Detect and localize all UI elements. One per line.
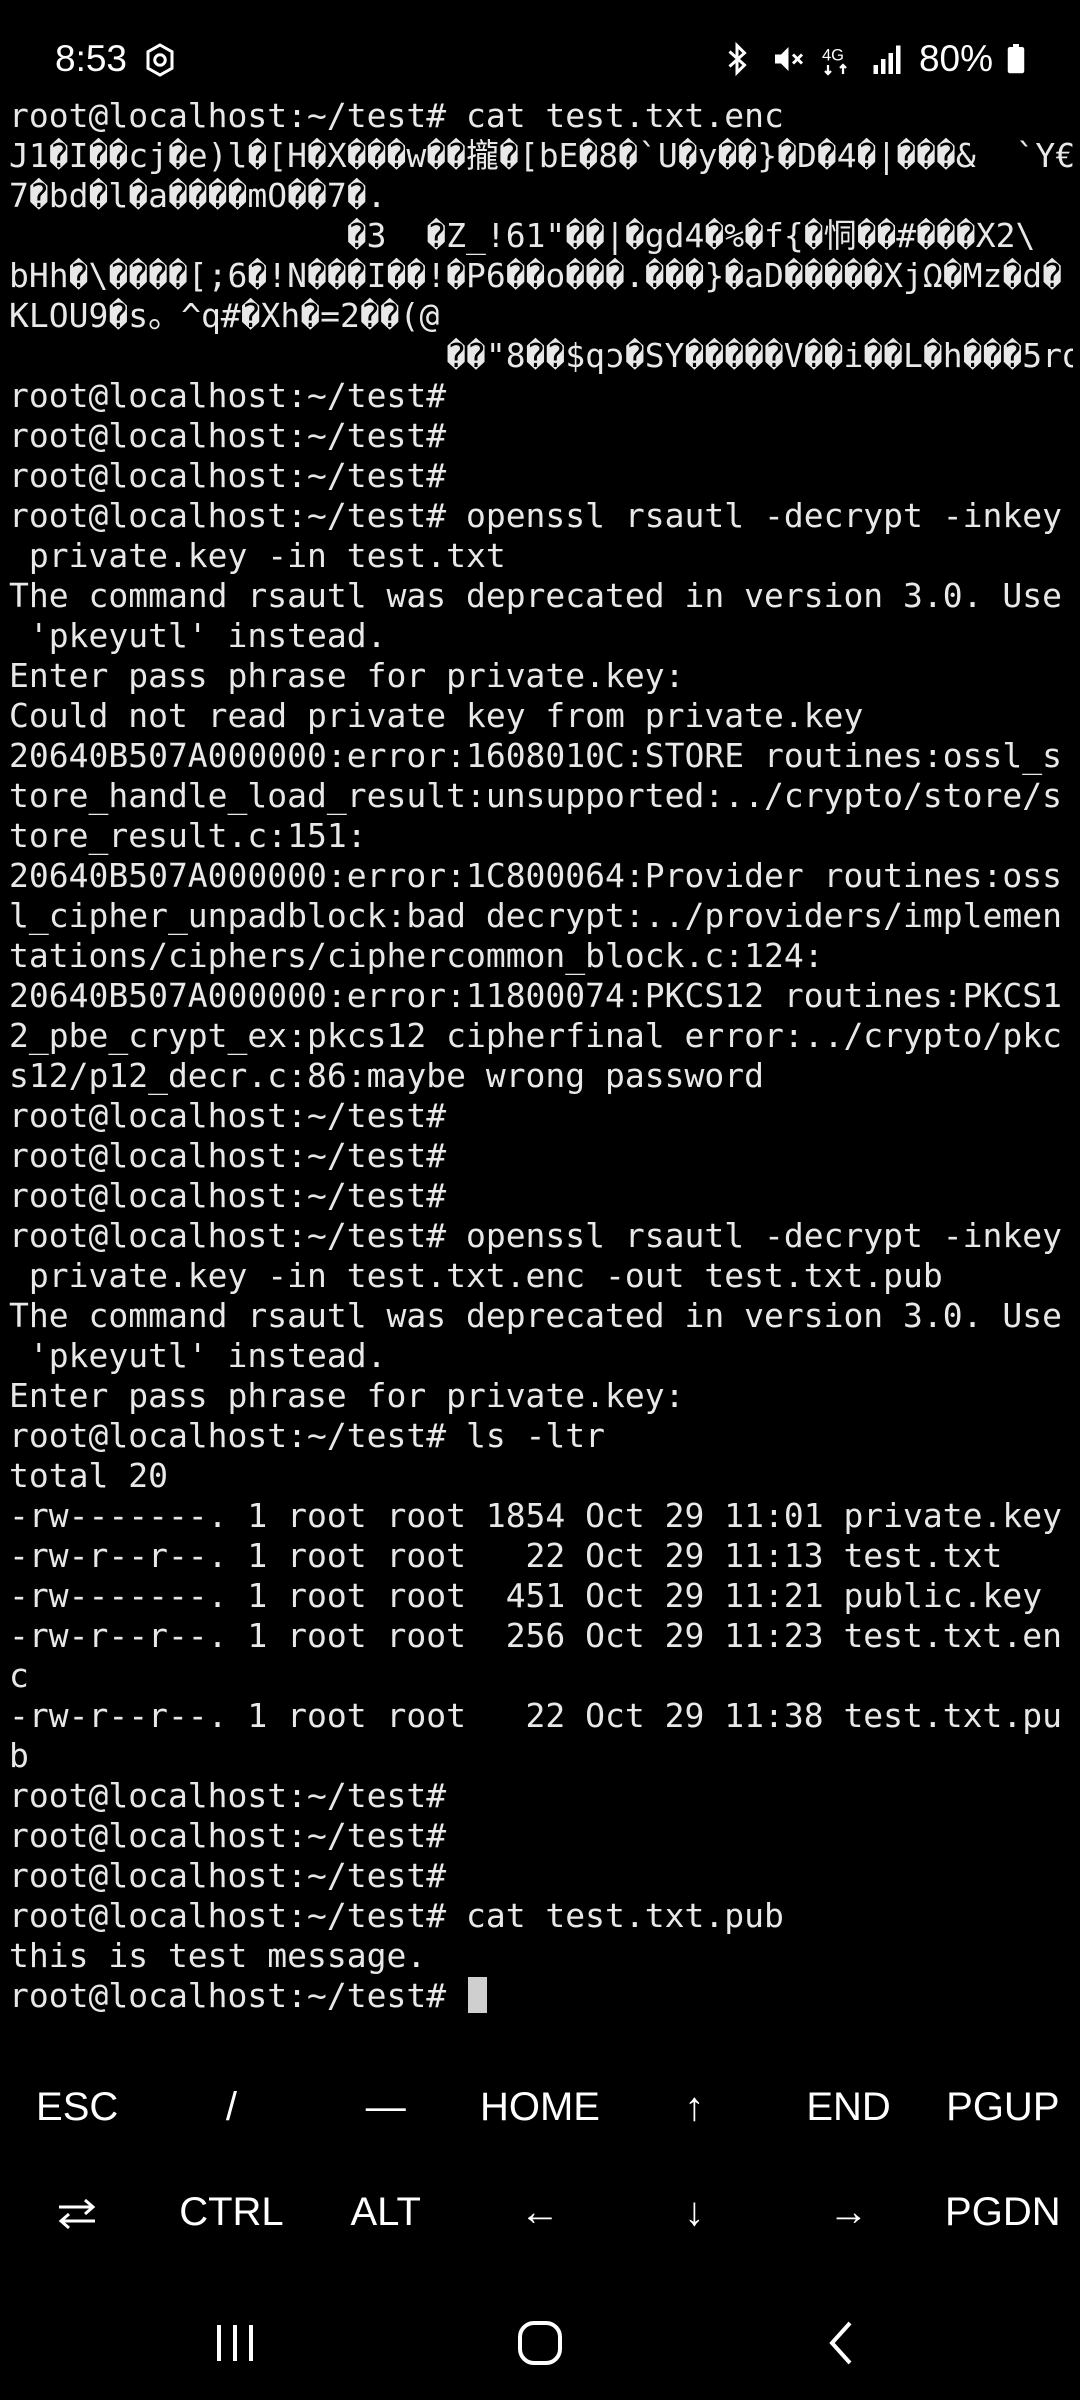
ctrl-key[interactable]: CTRL: [154, 2190, 308, 2235]
status-bar: 8:53 4G 80%: [0, 0, 1080, 100]
dash-key[interactable]: —: [309, 2085, 463, 2130]
terminal-line: 20640B507A000000:error:11800074:PKCS12 r…: [9, 976, 1062, 1015]
navigation-bar: [0, 2268, 1080, 2400]
terminal-line: 'pkeyutl' instead.: [9, 1336, 387, 1375]
slash-key[interactable]: /: [154, 2085, 308, 2130]
terminal-line: �3 �Z_!61"��|�gd4�%�f{�恫��#���X2\: [9, 216, 1036, 255]
terminal-line: root@localhost:~/test#: [9, 1856, 447, 1895]
signal-icon: [873, 45, 901, 74]
tab-arrows-icon: [58, 2199, 96, 2230]
terminal-line: private.key -in test.txt.enc -out test.t…: [9, 1256, 943, 1295]
terminal-line: 'pkeyutl' instead.: [9, 616, 387, 655]
battery-percent: 80%: [918, 38, 993, 79]
svg-text:4G: 4G: [822, 47, 844, 65]
terminal-line: -rw-r--r--. 1 root root 22 Oct 29 11:13 …: [9, 1536, 1003, 1575]
bluetooth-icon: [728, 41, 747, 77]
terminal-line: -rw-------. 1 root root 1854 Oct 29 11:0…: [9, 1496, 1062, 1535]
pgup-key[interactable]: PGUP: [926, 2085, 1080, 2130]
terminal-line: -rw-r--r--. 1 root root 256 Oct 29 11:23…: [9, 1616, 1062, 1655]
terminal-line: Enter pass phrase for private.key:: [9, 1376, 685, 1415]
extra-keys-row-2: CTRL ALT ← ↓ → PGDN: [0, 2160, 1080, 2265]
home-icon[interactable]: [510, 2313, 570, 2373]
recent-apps-icon[interactable]: [205, 2313, 265, 2373]
terminal-line: root@localhost:~/test# ls -ltr: [9, 1416, 606, 1455]
terminal-line: root@localhost:~/test# openssl rsautl -d…: [9, 496, 1062, 535]
terminal-line: tations/ciphers/ciphercommon_block.c:124…: [9, 936, 824, 975]
arrow-left-key[interactable]: ←: [463, 2190, 617, 2235]
terminal-line: root@localhost:~/test#: [9, 1776, 447, 1815]
terminal-line: J1�I��cj�e)l�[H�X���w��攏�[bE�8�`U�y��}�D…: [9, 136, 1073, 175]
terminal-output[interactable]: root@localhost:~/test# cat test.txt.enc J…: [9, 96, 1073, 2016]
status-icons: 4G 80%: [719, 38, 1025, 80]
terminal-line: -rw-r--r--. 1 root root 22 Oct 29 11:38 …: [9, 1696, 1062, 1735]
esc-key[interactable]: ESC: [0, 2085, 154, 2130]
terminal-line: root@localhost:~/test# cat test.txt.enc: [9, 96, 784, 135]
terminal-line: root@localhost:~/test#: [9, 1136, 447, 1175]
extra-keys-bar: ESC / — HOME ↑ END PGUP CTRL ALT ← ↓ → P…: [0, 2055, 1080, 2265]
terminal-line: 7�bd�l�a����mO��7�.: [9, 176, 387, 215]
terminal-line: 20640B507A000000:error:1608010C:STORE ro…: [9, 736, 1062, 775]
pgdn-key[interactable]: PGDN: [926, 2190, 1080, 2235]
terminal-line: The command rsautl was deprecated in ver…: [9, 576, 1062, 615]
terminal-line: root@localhost:~/test#: [9, 456, 447, 495]
terminal-line: The command rsautl was deprecated in ver…: [9, 1296, 1062, 1335]
home-key[interactable]: HOME: [463, 2085, 617, 2130]
terminal-line: root@localhost:~/test# openssl rsautl -d…: [9, 1216, 1062, 1255]
arrow-down-key[interactable]: ↓: [617, 2190, 771, 2235]
battery-icon: [1007, 44, 1025, 74]
terminal-line: bHh�\����[;6�!N���I��!�P6��o���.���}�aD�…: [9, 256, 1062, 295]
terminal-line: root@localhost:~/test#: [9, 1816, 447, 1855]
terminal-line: c: [9, 1656, 29, 1695]
terminal-line: ��"8��$qɔ�SY�����V��i��L�h���5ro: [9, 336, 1073, 375]
terminal-cursor: [467, 1977, 487, 2013]
terminal-line: 2_pbe_crypt_ex:pkcs12 cipherfinal error:…: [9, 1016, 1062, 1055]
mute-icon: [774, 47, 803, 71]
back-icon[interactable]: [812, 2313, 872, 2373]
terminal-line: root@localhost:~/test#: [9, 376, 447, 415]
arrow-up-key[interactable]: ↑: [617, 2085, 771, 2130]
terminal-line: root@localhost:~/test#: [9, 416, 447, 455]
terminal-line: private.key -in test.txt: [9, 536, 506, 575]
terminal-line: Enter pass phrase for private.key:: [9, 656, 685, 695]
terminal-line: root@localhost:~/test#: [9, 1176, 447, 1215]
terminal-line: 20640B507A000000:error:1C800064:Provider…: [9, 856, 1062, 895]
terminal-line: s12/p12_decr.c:86:maybe wrong password: [9, 1056, 764, 1095]
alt-key[interactable]: ALT: [309, 2190, 463, 2235]
4g-icon: 4G: [822, 47, 847, 76]
terminal-line: total 20: [9, 1456, 168, 1495]
terminal-prompt-line[interactable]: root@localhost:~/test#: [9, 1976, 1073, 2016]
terminal-line: tore_result.c:151:: [9, 816, 367, 855]
extra-keys-row-1: ESC / — HOME ↑ END PGUP: [0, 2055, 1080, 2160]
terminal-line: b: [9, 1736, 29, 1775]
terminal-line: -rw-------. 1 root root 451 Oct 29 11:21…: [9, 1576, 1043, 1615]
end-key[interactable]: END: [771, 2085, 925, 2130]
terminal-line: root@localhost:~/test#: [9, 1096, 447, 1135]
settings-gear-icon: [146, 43, 174, 77]
clock: 8:53: [55, 38, 128, 79]
terminal-line: this is test message.: [9, 1936, 427, 1975]
terminal-line: Could not read private key from private.…: [9, 696, 864, 735]
arrow-right-key[interactable]: →: [771, 2190, 925, 2235]
terminal-prompt: root@localhost:~/test#: [9, 1976, 466, 2015]
terminal-line: tore_handle_load_result:unsupported:../c…: [9, 776, 1062, 815]
terminal-line: root@localhost:~/test# cat test.txt.pub: [9, 1896, 784, 1935]
terminal-line: KLOU9�s。^q#�Xh�=2��(@: [9, 296, 440, 335]
terminal-line: l_cipher_unpadblock:bad decrypt:../provi…: [9, 896, 1062, 935]
tab-key[interactable]: [0, 2190, 154, 2235]
